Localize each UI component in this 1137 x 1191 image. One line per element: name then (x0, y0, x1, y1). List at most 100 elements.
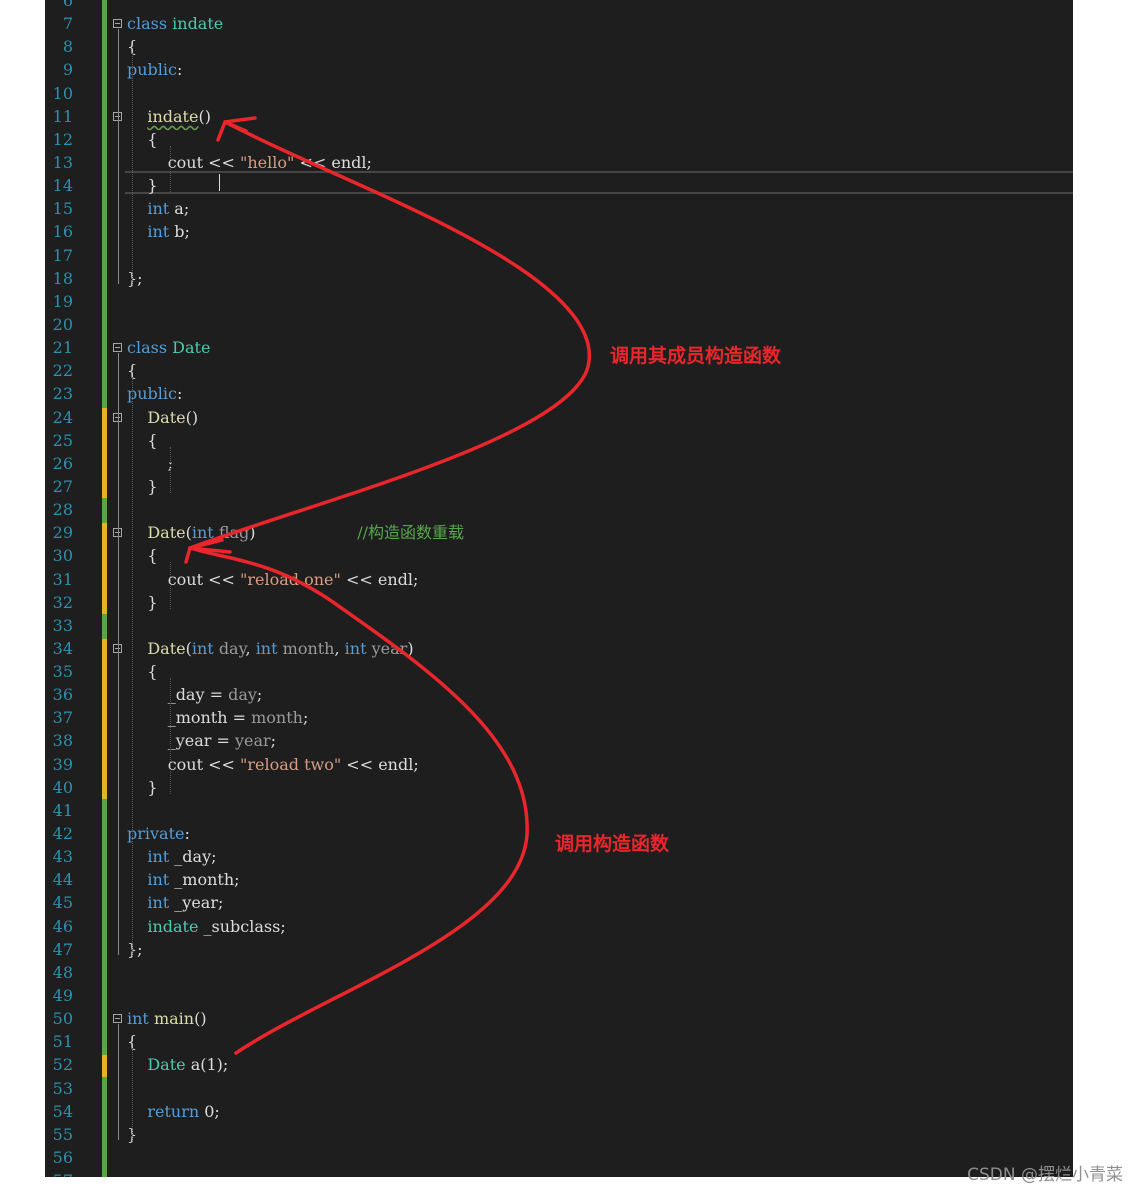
code-line[interactable]: Date() (127, 406, 198, 429)
line-number: 36 (52, 685, 73, 705)
line-number: 46 (52, 916, 73, 936)
code-token: "reload two" (240, 754, 342, 774)
line-number: 44 (52, 870, 73, 890)
code-line[interactable]: public: (127, 382, 182, 405)
code-token: << endl; (341, 754, 419, 774)
code-token: public (127, 384, 177, 404)
line-number: 21 (52, 338, 73, 358)
code-line[interactable]: class Date (127, 336, 210, 359)
code-line[interactable]: Date(int day, int month, int year) (127, 637, 413, 660)
code-token: int (147, 847, 170, 867)
code-token: , (245, 638, 256, 658)
code-line[interactable]: class indate (127, 12, 223, 35)
code-line[interactable]: Date(int flag) //构造函数重载 (127, 521, 464, 544)
code-token: _year; (169, 893, 224, 913)
code-token: day (228, 685, 257, 705)
code-token: a(1); (185, 1055, 229, 1075)
code-token: Date (147, 523, 186, 543)
code-token: month (282, 638, 335, 658)
code-line[interactable]: }; (127, 938, 143, 961)
line-number: 53 (52, 1078, 73, 1098)
fold-toggle-icon[interactable] (113, 343, 122, 353)
line-number: 57 (45, 1169, 73, 1177)
code-token: _month = (127, 708, 252, 728)
text-caret (219, 174, 220, 191)
code-token: return (147, 1101, 200, 1121)
code-token: }; (127, 939, 143, 959)
code-token: //构造函数重载 (357, 523, 465, 543)
line-number: 18 (52, 268, 73, 288)
unsaved-edit-marker (102, 1055, 107, 1077)
code-line[interactable]: _year = year; (127, 729, 276, 752)
code-token: int (147, 870, 170, 890)
line-number: 30 (52, 546, 73, 566)
code-token: cout << (127, 569, 240, 589)
code-editor[interactable]: 6 7 8 9 10 11 12 13 14 15 16 17 18 19 20 21 22 23 24 25 26 27… (45, 0, 1073, 1177)
line-number: 8 (62, 37, 73, 57)
code-token: _subclass; (198, 916, 286, 936)
line-number: 6 (62, 0, 73, 10)
line-number: 43 (52, 847, 73, 867)
line-number: 19 (52, 291, 73, 311)
code-line[interactable]: public: (127, 58, 182, 81)
code-token: : (184, 824, 190, 844)
line-number: 37 (52, 708, 73, 728)
line-number: 55 (52, 1124, 73, 1144)
line-number: 17 (52, 245, 73, 265)
code-line[interactable]: return 0; (127, 1100, 220, 1123)
code-token: ; (302, 708, 309, 728)
line-number: 45 (52, 893, 73, 913)
line-number: 35 (52, 662, 73, 682)
code-line[interactable]: int _day; (127, 845, 216, 868)
code-line[interactable]: int _year; (127, 891, 223, 914)
line-number: 24 (52, 407, 73, 427)
code-line[interactable]: Date a(1); (127, 1053, 228, 1076)
unsaved-edit-marker (102, 638, 107, 799)
code-line[interactable]: indate _subclass; (127, 915, 286, 938)
code-token: a; (169, 199, 190, 219)
code-token: ; (127, 453, 174, 473)
code-line[interactable]: int _month; (127, 868, 240, 891)
line-number: 28 (52, 500, 73, 520)
code-line[interactable]: indate() (127, 105, 211, 128)
line-number: 12 (52, 129, 73, 149)
line-number: 11 (52, 106, 73, 126)
code-line[interactable]: _month = month; (127, 706, 309, 729)
line-number: 29 (52, 523, 73, 543)
code-token: private (127, 824, 185, 844)
code-line[interactable]: _day = day; (127, 683, 263, 706)
fold-toggle-icon[interactable] (113, 1014, 122, 1024)
code-token: b; (169, 222, 190, 242)
annotation-label-member-ctor: 调用其成员构造函数 (610, 345, 782, 367)
code-token: << endl; (340, 569, 419, 589)
code-line[interactable]: int main() (127, 1007, 207, 1030)
line-number: 38 (52, 731, 73, 751)
code-line[interactable]: int a; (127, 197, 189, 220)
code-token: int (191, 638, 214, 658)
outline-scope-line (118, 29, 119, 284)
outline-scope-line (118, 1024, 119, 1140)
indent-guide (170, 678, 171, 794)
fold-toggle-icon[interactable] (113, 19, 122, 29)
code-token: int (147, 893, 170, 913)
code-token: 0; (199, 1101, 220, 1121)
code-line[interactable]: cout << "hello" << endl; (127, 151, 372, 174)
code-token: _month; (169, 870, 240, 890)
code-line[interactable]: private: (127, 822, 190, 845)
code-token: main (153, 1009, 195, 1029)
line-number: 54 (52, 1101, 73, 1121)
code-token: int (191, 523, 214, 543)
code-line[interactable]: int b; (127, 220, 190, 243)
code-line[interactable]: }; (127, 267, 143, 290)
line-number: 23 (52, 384, 73, 404)
line-number: 9 (62, 60, 73, 80)
line-number: 41 (52, 800, 73, 820)
line-number: 42 (52, 824, 73, 844)
code-line[interactable]: ; (127, 452, 173, 475)
indent-guide (170, 562, 171, 609)
line-number: 31 (52, 569, 73, 589)
